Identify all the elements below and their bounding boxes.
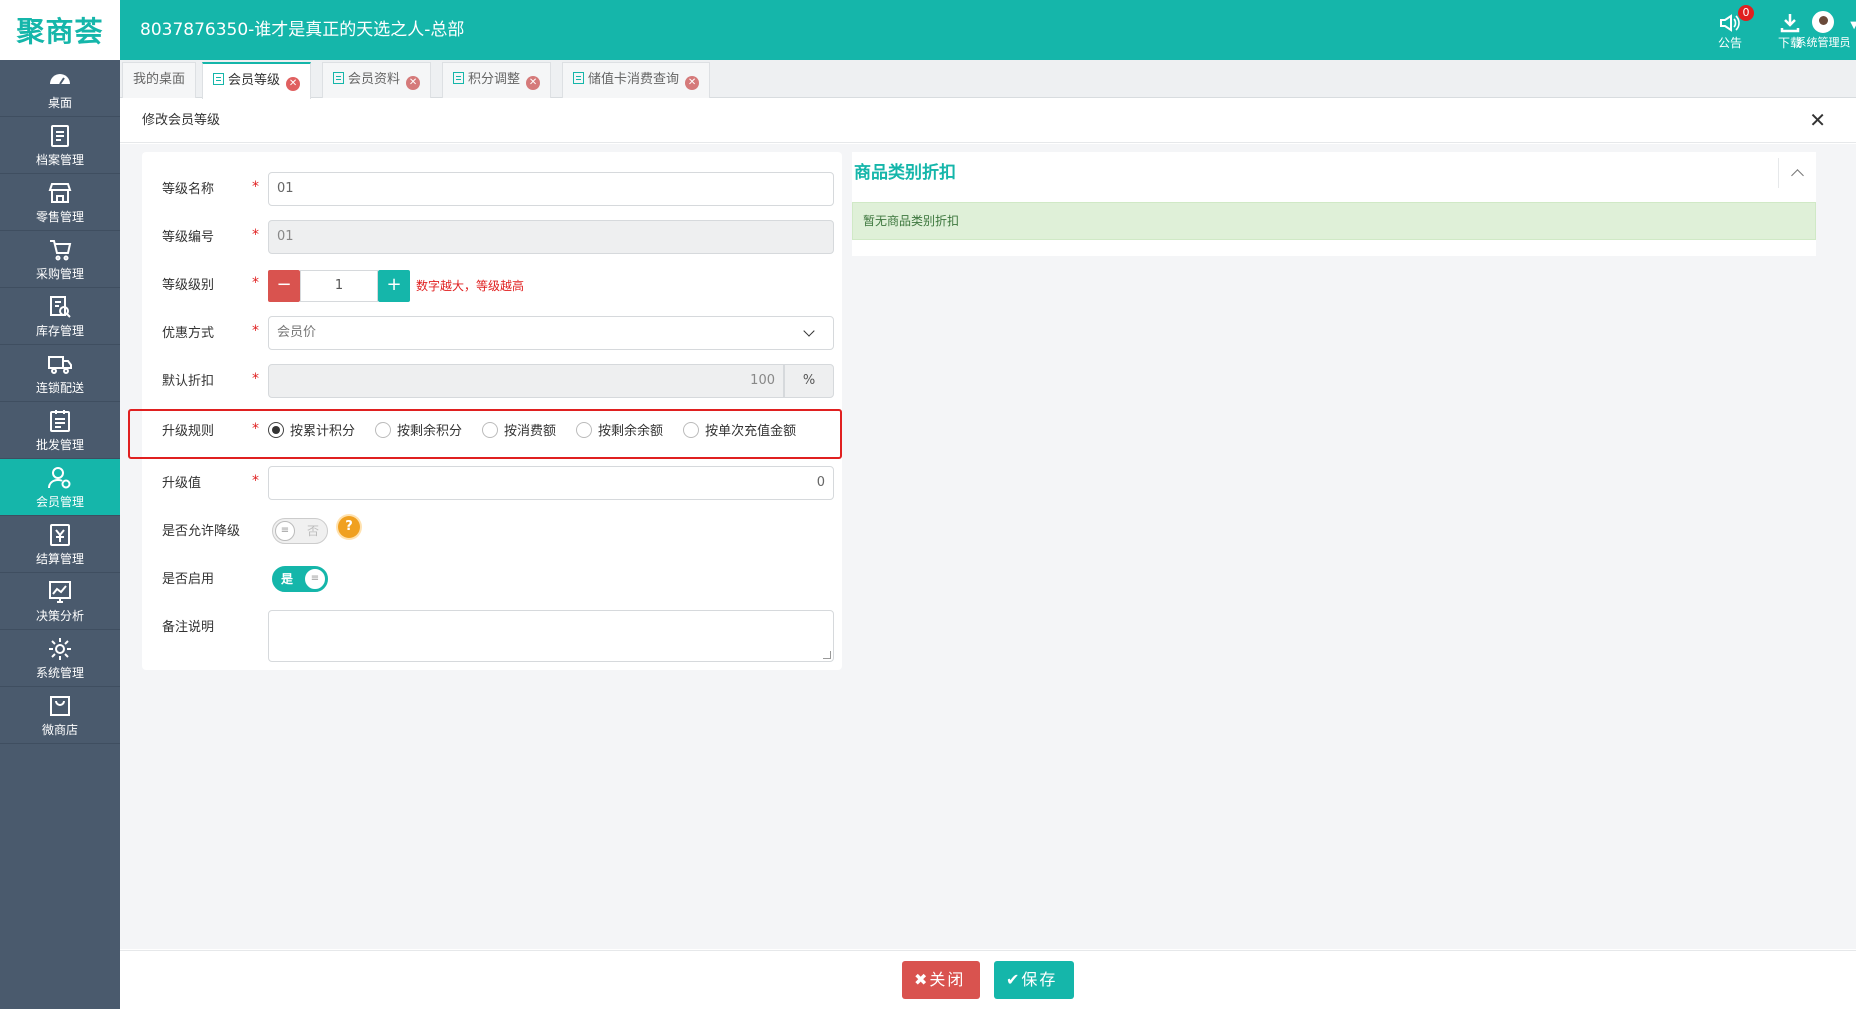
sidebar-item-member[interactable]: 会员管理	[0, 459, 120, 516]
sidebar-item-analysis[interactable]: 决策分析	[0, 573, 120, 630]
remark-textarea[interactable]	[268, 610, 834, 662]
document-icon	[573, 72, 584, 84]
enabled-toggle[interactable]: 是 ≡	[272, 566, 328, 592]
sidebar-item-archive[interactable]: 档案管理	[0, 117, 120, 174]
percent-addon: %	[784, 364, 834, 398]
sidebar-item-desktop[interactable]: 桌面	[0, 60, 120, 117]
save-button[interactable]: ✔保存	[994, 961, 1074, 999]
row-level-name: 等级名称 * 01	[142, 172, 842, 212]
settlement-icon	[50, 523, 70, 546]
decrement-button[interactable]: −	[268, 270, 300, 302]
resize-handle[interactable]	[823, 651, 831, 659]
row-discount-type: 优惠方式 * 会员价	[142, 316, 842, 356]
top-header: 聚商荟 8037876350-谁才是真正的天选之人-总部 0 公告 下载 ▼ 系…	[0, 0, 1856, 60]
tab-member-info[interactable]: 会员资料 ✕	[322, 62, 432, 98]
upgrade-rule-highlight	[128, 409, 842, 459]
document-icon	[333, 72, 344, 84]
panel-header: 修改会员等级 ✕	[120, 99, 1856, 143]
level-hint: 数字越大，等级越高	[416, 279, 525, 293]
close-tab-icon[interactable]: ✕	[286, 77, 301, 91]
check-icon: ✔	[1006, 970, 1022, 989]
help-icon[interactable]: ?	[338, 516, 360, 538]
sidebar-item-purchase[interactable]: 采购管理	[0, 231, 120, 288]
truck-icon	[48, 355, 72, 374]
close-tab-icon[interactable]: ✕	[685, 76, 700, 90]
sidebar-item-wholesale[interactable]: 批发管理	[0, 402, 120, 459]
logo-text: 聚商荟	[16, 15, 104, 48]
wholesale-icon	[50, 409, 70, 432]
increment-button[interactable]: +	[378, 270, 410, 302]
close-x-icon: ✖	[914, 970, 930, 989]
chevron-down-icon: ▼	[1850, 20, 1856, 31]
discount-type-select[interactable]: 会员价	[268, 316, 834, 350]
sidebar-item-settlement[interactable]: 结算管理	[0, 516, 120, 573]
collapse-chevron-up-icon[interactable]	[1778, 158, 1816, 188]
chart-icon	[49, 580, 71, 603]
app-title: 8037876350-谁才是真正的天选之人-总部	[140, 20, 465, 40]
category-discount-title: 商品类别折扣	[854, 163, 956, 183]
chevron-down-icon	[803, 325, 815, 337]
default-discount-input: 100	[268, 364, 784, 398]
sidebar-item-retail[interactable]: 零售管理	[0, 174, 120, 231]
user-avatar-icon	[1790, 8, 1856, 34]
notice-count-badge: 0	[1738, 5, 1754, 21]
level-rank-input[interactable]: 1	[300, 270, 378, 302]
notice-label: 公告	[1717, 36, 1742, 50]
category-discount-panel: 商品类别折扣 暂无商品类别折扣	[852, 152, 1816, 256]
row-default-discount: 默认折扣 * 100 %	[142, 364, 842, 404]
close-button[interactable]: ✖关闭	[902, 961, 980, 999]
notice-button[interactable]: 0 公告	[1700, 5, 1760, 54]
purchase-icon	[50, 239, 72, 260]
level-name-input[interactable]: 01	[268, 172, 834, 206]
sidebar-item-system[interactable]: 系统管理	[0, 630, 120, 687]
row-allow-downgrade: 是否允许降级 ≡ 否 ?	[142, 514, 842, 554]
store-icon	[48, 182, 72, 203]
document-icon	[453, 72, 464, 84]
user-label: 系统管理员	[1795, 36, 1851, 49]
footer-bar: ✖关闭 ✔保存	[120, 950, 1856, 1009]
panel-title: 修改会员等级	[142, 113, 221, 128]
close-icon[interactable]: ✕	[1809, 109, 1826, 131]
user-menu[interactable]: ▼ 系统管理员	[1790, 8, 1856, 54]
tab-member-level[interactable]: 会员等级 ✕	[202, 62, 312, 99]
empty-message: 暂无商品类别折扣	[852, 202, 1816, 240]
inventory-icon	[50, 295, 71, 318]
app-logo[interactable]: 聚商荟	[0, 0, 120, 60]
document-icon	[213, 73, 224, 85]
member-icon	[48, 466, 71, 488]
sidebar-item-chain-delivery[interactable]: 连锁配送	[0, 345, 120, 402]
archive-icon	[51, 124, 69, 147]
tab-points-adjust[interactable]: 积分调整 ✕	[442, 62, 552, 98]
row-enabled: 是否启用 是 ≡	[142, 562, 842, 602]
tab-stored-card-query[interactable]: 储值卡消费查询 ✕	[562, 62, 711, 98]
close-tab-icon[interactable]: ✕	[406, 76, 421, 90]
gear-icon	[49, 637, 71, 660]
upgrade-value-input[interactable]: 0	[268, 466, 834, 500]
row-level-code: 等级编号 * 01	[142, 220, 842, 260]
tab-my-desktop[interactable]: 我的桌面	[122, 62, 197, 98]
row-level-rank: 等级级别 * − 1 + 数字越大，等级越高	[142, 268, 842, 308]
dashboard-icon	[50, 73, 70, 85]
close-tab-icon[interactable]: ✕	[526, 76, 541, 90]
sidebar-item-micro-shop[interactable]: 微商店	[0, 687, 120, 744]
shop-bag-icon	[50, 695, 70, 716]
sidebar: 桌面 档案管理 零售管理 采购管理 库存管理 连锁配送 批发管理 会员管理 结算…	[0, 60, 120, 1009]
level-code-input: 01	[268, 220, 834, 254]
sidebar-item-inventory[interactable]: 库存管理	[0, 288, 120, 345]
tab-bar: 我的桌面 会员等级 ✕ 会员资料 ✕ 积分调整 ✕ 储值卡消费查询 ✕	[120, 60, 1856, 99]
allow-downgrade-toggle[interactable]: ≡ 否	[272, 518, 328, 544]
row-upgrade-value: 升级值 * 0	[142, 466, 842, 506]
row-remark: 备注说明	[142, 610, 842, 662]
